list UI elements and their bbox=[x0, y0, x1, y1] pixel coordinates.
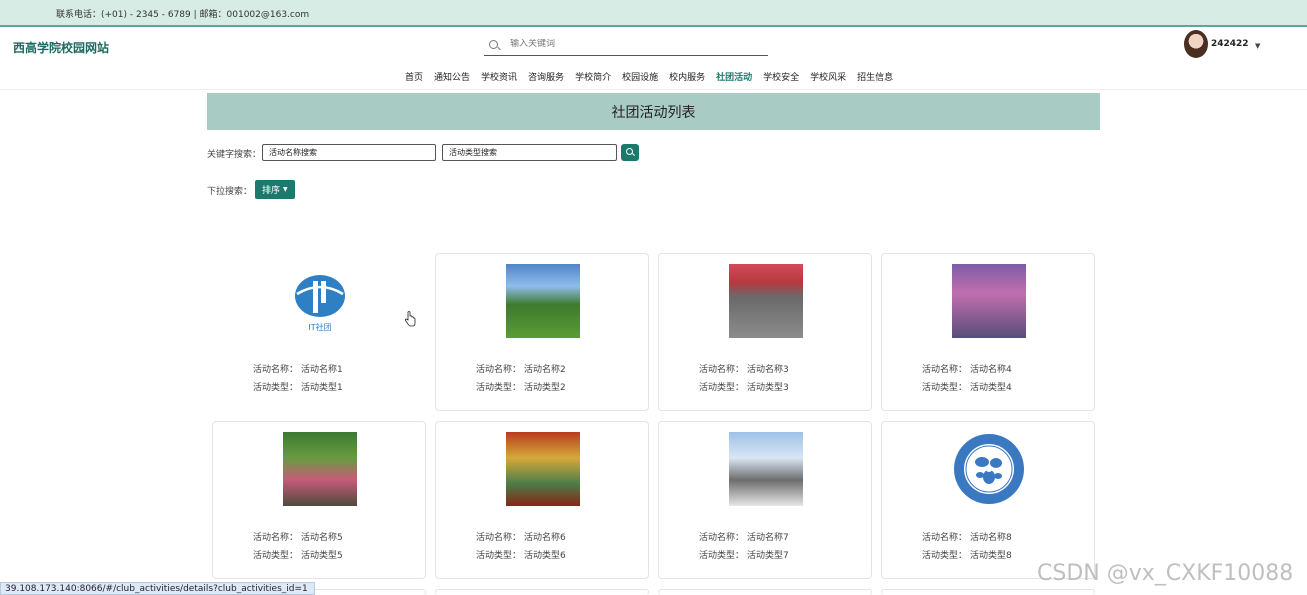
search-icon[interactable] bbox=[489, 40, 498, 49]
activity-image[interactable] bbox=[952, 432, 1026, 506]
contact-info: 联系电话：(+01) - 2345 - 6789 | 邮箱：001002@163… bbox=[56, 10, 310, 20]
activity-image[interactable] bbox=[952, 264, 1026, 338]
activity-name: 活动名称4 bbox=[970, 365, 1012, 375]
top-contact-bar: 联系电话：(+01) - 2345 - 6789 | 邮箱：001002@163… bbox=[0, 0, 1307, 27]
nav-item-facilities[interactable]: 校园设施 bbox=[617, 70, 664, 83]
nav-item-consulting[interactable]: 咨询服务 bbox=[523, 70, 570, 83]
activity-card[interactable]: 活动名称： 活动名称4 活动类型： 活动类型4 bbox=[881, 253, 1095, 411]
activity-card-partial[interactable] bbox=[435, 589, 649, 595]
activity-name-label: 活动名称： bbox=[922, 365, 968, 375]
watermark: CSDN @vx_CXKF10088 bbox=[1037, 561, 1294, 586]
activity-name: 活动名称3 bbox=[747, 365, 789, 375]
activity-name: 活动名称1 bbox=[301, 365, 343, 375]
activity-type-label: 活动类型： bbox=[476, 383, 522, 393]
activity-card-partial[interactable] bbox=[881, 589, 1095, 595]
activity-name-search-input[interactable] bbox=[262, 144, 436, 161]
page-title: 社团活动列表 bbox=[611, 104, 696, 121]
activity-card[interactable]: 活动名称： 活动名称7 活动类型： 活动类型7 bbox=[658, 421, 872, 579]
activity-type: 活动类型4 bbox=[970, 383, 1012, 393]
nav-item-home[interactable]: 首页 bbox=[400, 70, 429, 83]
nav-item-news[interactable]: 学校资讯 bbox=[476, 70, 523, 83]
activity-type-label: 活动类型： bbox=[476, 551, 522, 561]
activity-name: 活动名称2 bbox=[524, 365, 566, 375]
search-icon bbox=[626, 148, 633, 155]
activity-card[interactable]: 活动名称： 活动名称6 活动类型： 活动类型6 bbox=[435, 421, 649, 579]
activity-image[interactable]: IT社团 bbox=[283, 264, 357, 338]
site-header: 西高学院校园网站 242422 ▼ 首页 通知公告 学校资讯 咨询服务 学校简介… bbox=[0, 27, 1307, 90]
activity-type: 活动类型8 bbox=[970, 551, 1012, 561]
activity-type: 活动类型5 bbox=[301, 551, 343, 561]
activity-name-label: 活动名称： bbox=[476, 533, 522, 543]
activity-name-label: 活动名称： bbox=[476, 365, 522, 375]
keyword-search-label: 关键字搜索： bbox=[207, 150, 262, 160]
dropdown-search-label: 下拉搜索： bbox=[207, 187, 253, 197]
activity-card[interactable]: 活动名称： 活动名称5 活动类型： 活动类型5 bbox=[212, 421, 426, 579]
activity-type-search-input[interactable] bbox=[442, 144, 617, 161]
activity-image[interactable] bbox=[283, 432, 357, 506]
activity-card[interactable]: 活动名称： 活动名称8 活动类型： 活动类型8 bbox=[881, 421, 1095, 579]
search-button[interactable] bbox=[621, 144, 639, 161]
username[interactable]: 242422 bbox=[1211, 39, 1249, 49]
activity-name-label: 活动名称： bbox=[253, 365, 299, 375]
activity-type: 活动类型2 bbox=[524, 383, 566, 393]
it-club-logo-icon: IT社团 bbox=[295, 275, 345, 332]
nav-item-safety[interactable]: 学校安全 bbox=[758, 70, 805, 83]
activity-card-partial[interactable] bbox=[658, 589, 872, 595]
activity-image[interactable] bbox=[506, 264, 580, 338]
activity-type: 活动类型7 bbox=[747, 551, 789, 561]
activity-image[interactable] bbox=[506, 432, 580, 506]
club-badge-icon bbox=[954, 434, 1024, 504]
sort-label: 排序 bbox=[262, 186, 281, 196]
activity-type: 活动类型6 bbox=[524, 551, 566, 561]
activity-name-label: 活动名称： bbox=[253, 533, 299, 543]
page-title-banner: 社团活动列表 bbox=[207, 93, 1100, 130]
activity-card[interactable]: 活动名称： 活动名称3 活动类型： 活动类型3 bbox=[658, 253, 872, 411]
activity-type: 活动类型3 bbox=[747, 383, 789, 393]
activity-name: 活动名称5 bbox=[301, 533, 343, 543]
activity-type-label: 活动类型： bbox=[699, 383, 745, 393]
activity-type-label: 活动类型： bbox=[922, 383, 968, 393]
browser-status-url: 39.108.173.140:8066/#/club_activities/de… bbox=[0, 582, 315, 595]
nav-item-notices[interactable]: 通知公告 bbox=[429, 70, 476, 83]
activity-image[interactable] bbox=[729, 432, 803, 506]
svg-text:IT社团: IT社团 bbox=[308, 322, 331, 332]
activity-type-label: 活动类型： bbox=[699, 551, 745, 561]
activity-name: 活动名称7 bbox=[747, 533, 789, 543]
chevron-down-icon: ▼ bbox=[283, 186, 288, 193]
nav-item-admissions[interactable]: 招生信息 bbox=[852, 70, 899, 83]
activity-name-label: 活动名称： bbox=[699, 533, 745, 543]
activity-card[interactable]: IT社团 活动名称： 活动名称1 活动类型： 活动类型1 bbox=[212, 253, 426, 411]
activity-name: 活动名称6 bbox=[524, 533, 566, 543]
avatar[interactable] bbox=[1184, 30, 1208, 58]
global-search bbox=[484, 37, 768, 56]
activity-card[interactable]: 活动名称： 活动名称2 活动类型： 活动类型2 bbox=[435, 253, 649, 411]
activity-type-label: 活动类型： bbox=[253, 383, 299, 393]
activity-type-label: 活动类型： bbox=[253, 551, 299, 561]
activity-name-label: 活动名称： bbox=[699, 365, 745, 375]
nav-item-about[interactable]: 学校简介 bbox=[570, 70, 617, 83]
nav-item-club-activities[interactable]: 社团活动 bbox=[711, 70, 758, 83]
activity-type-label: 活动类型： bbox=[922, 551, 968, 561]
nav-item-services[interactable]: 校内服务 bbox=[664, 70, 711, 83]
activity-name: 活动名称8 bbox=[970, 533, 1012, 543]
nav-item-gallery[interactable]: 学校风采 bbox=[805, 70, 852, 83]
site-title[interactable]: 西高学院校园网站 bbox=[13, 39, 109, 56]
sort-dropdown-button[interactable]: 排序 ▼ bbox=[255, 180, 295, 199]
hand-cursor-icon bbox=[404, 311, 416, 327]
main-nav: 首页 通知公告 学校资讯 咨询服务 学校简介 校园设施 校内服务 社团活动 学校… bbox=[400, 70, 899, 83]
activity-type: 活动类型1 bbox=[301, 383, 343, 393]
activity-image[interactable] bbox=[729, 264, 803, 338]
search-input[interactable] bbox=[510, 39, 760, 49]
activity-name-label: 活动名称： bbox=[922, 533, 968, 543]
chevron-down-icon[interactable]: ▼ bbox=[1255, 42, 1260, 50]
